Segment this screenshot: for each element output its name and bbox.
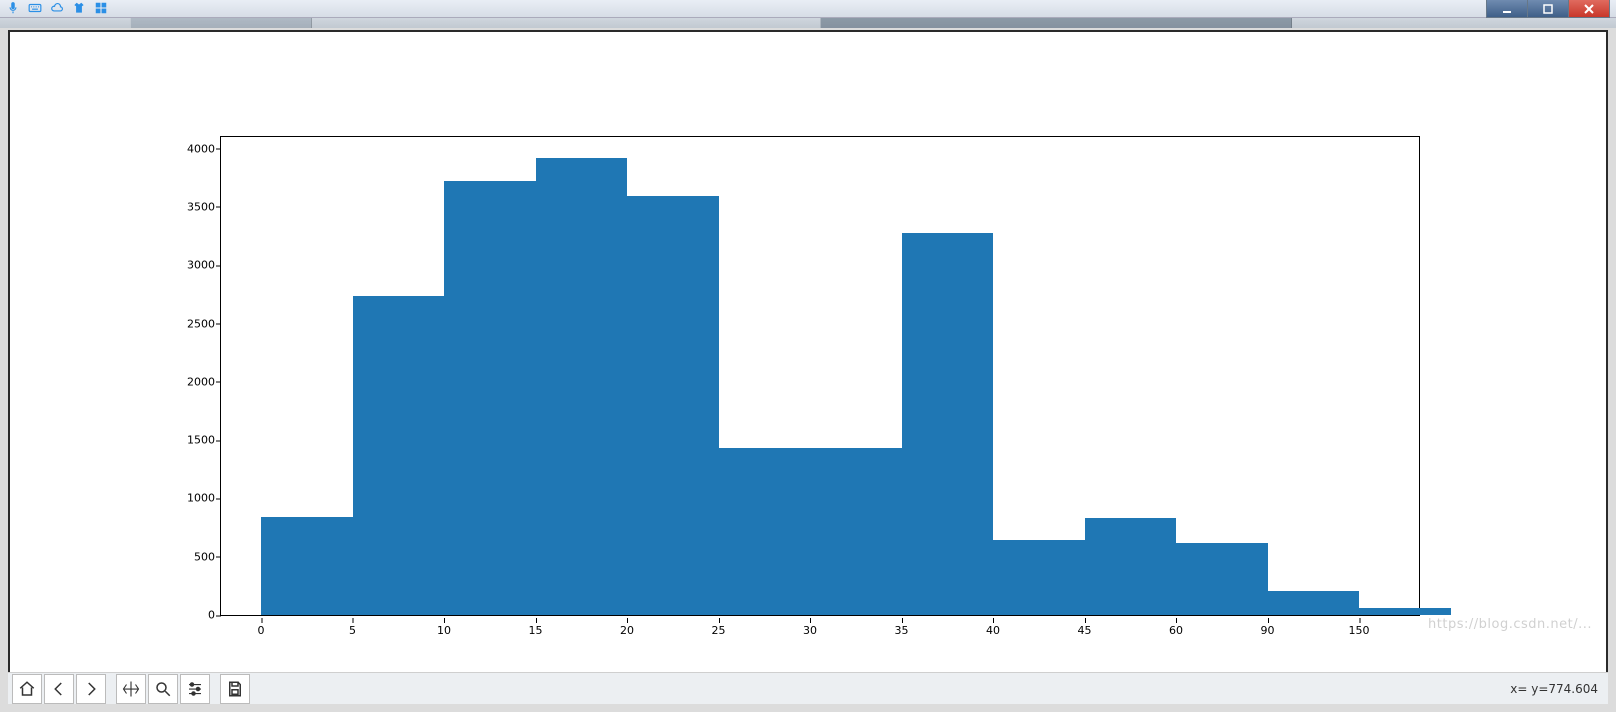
y-tick-label: 1500	[171, 434, 215, 447]
bar	[261, 517, 353, 615]
x-tick-label: 5	[349, 624, 356, 637]
bar	[1085, 518, 1177, 615]
y-tick-label: 1000	[171, 492, 215, 505]
bar	[1176, 543, 1268, 615]
x-tick-label: 0	[258, 624, 265, 637]
bar	[353, 296, 445, 615]
subplots-button[interactable]	[180, 674, 210, 704]
background-taskbar	[0, 18, 1616, 28]
bar	[627, 196, 719, 615]
maximize-button[interactable]	[1527, 0, 1569, 18]
x-tick-label: 35	[895, 624, 909, 637]
pan-button[interactable]	[116, 674, 146, 704]
bar	[444, 181, 536, 615]
y-tick-label: 2500	[171, 317, 215, 330]
bar	[1268, 591, 1360, 615]
sliders-icon	[186, 680, 204, 698]
forward-button[interactable]	[76, 674, 106, 704]
bar	[1359, 608, 1451, 615]
move-icon	[122, 680, 140, 698]
y-tick-label: 3000	[171, 259, 215, 272]
y-tick-label: 4000	[171, 142, 215, 155]
os-taskbar	[0, 0, 1616, 18]
histogram-bars	[221, 137, 1419, 615]
x-tick-label: 90	[1261, 624, 1275, 637]
arrow-right-icon	[82, 680, 100, 698]
save-icon	[226, 680, 244, 698]
window-controls	[1487, 0, 1610, 18]
figure-window: 0 500 1000 1500 2000 2500 3000 3500 4000 0 5 10 15 2…	[0, 0, 1616, 712]
x-tick-label: 25	[712, 624, 726, 637]
watermark-text: https://blog.csdn.net/...	[1428, 617, 1592, 632]
x-tick-label: 60	[1169, 624, 1183, 637]
bar	[536, 158, 628, 615]
minimize-button[interactable]	[1486, 0, 1528, 18]
x-tick-label: 30	[803, 624, 817, 637]
x-tick-label: 10	[437, 624, 451, 637]
tray-icons	[6, 1, 108, 15]
matplotlib-toolbar: x= y=774.604	[8, 672, 1608, 704]
x-tick-label: 45	[1078, 624, 1092, 637]
axes: 05001000150020002500300035004000 0510152…	[220, 136, 1420, 616]
x-tick-label: 15	[529, 624, 543, 637]
arrow-left-icon	[50, 680, 68, 698]
y-tick-label: 500	[171, 550, 215, 563]
figure-canvas: 0 500 1000 1500 2000 2500 3000 3500 4000 0 5 10 15 2…	[8, 30, 1608, 674]
home-icon	[18, 680, 36, 698]
home-button[interactable]	[12, 674, 42, 704]
bar	[902, 233, 994, 615]
y-tick-label: 3500	[171, 200, 215, 213]
bar	[719, 448, 811, 615]
cursor-coords: x= y=774.604	[1510, 682, 1598, 696]
shirt-icon	[72, 1, 86, 15]
back-button[interactable]	[44, 674, 74, 704]
grid-icon	[94, 1, 108, 15]
close-button[interactable]	[1568, 0, 1610, 18]
bar	[993, 540, 1085, 615]
save-button[interactable]	[220, 674, 250, 704]
bar	[810, 448, 902, 615]
y-tick-label: 2000	[171, 375, 215, 388]
y-tick-label: 0	[171, 609, 215, 622]
cloud-icon	[50, 1, 64, 15]
x-tick-label: 20	[620, 624, 634, 637]
mic-icon	[6, 1, 20, 15]
zoom-button[interactable]	[148, 674, 178, 704]
keyboard-icon	[28, 1, 42, 15]
zoom-icon	[154, 680, 172, 698]
x-tick-label: 150	[1349, 624, 1370, 637]
x-tick-label: 40	[986, 624, 1000, 637]
